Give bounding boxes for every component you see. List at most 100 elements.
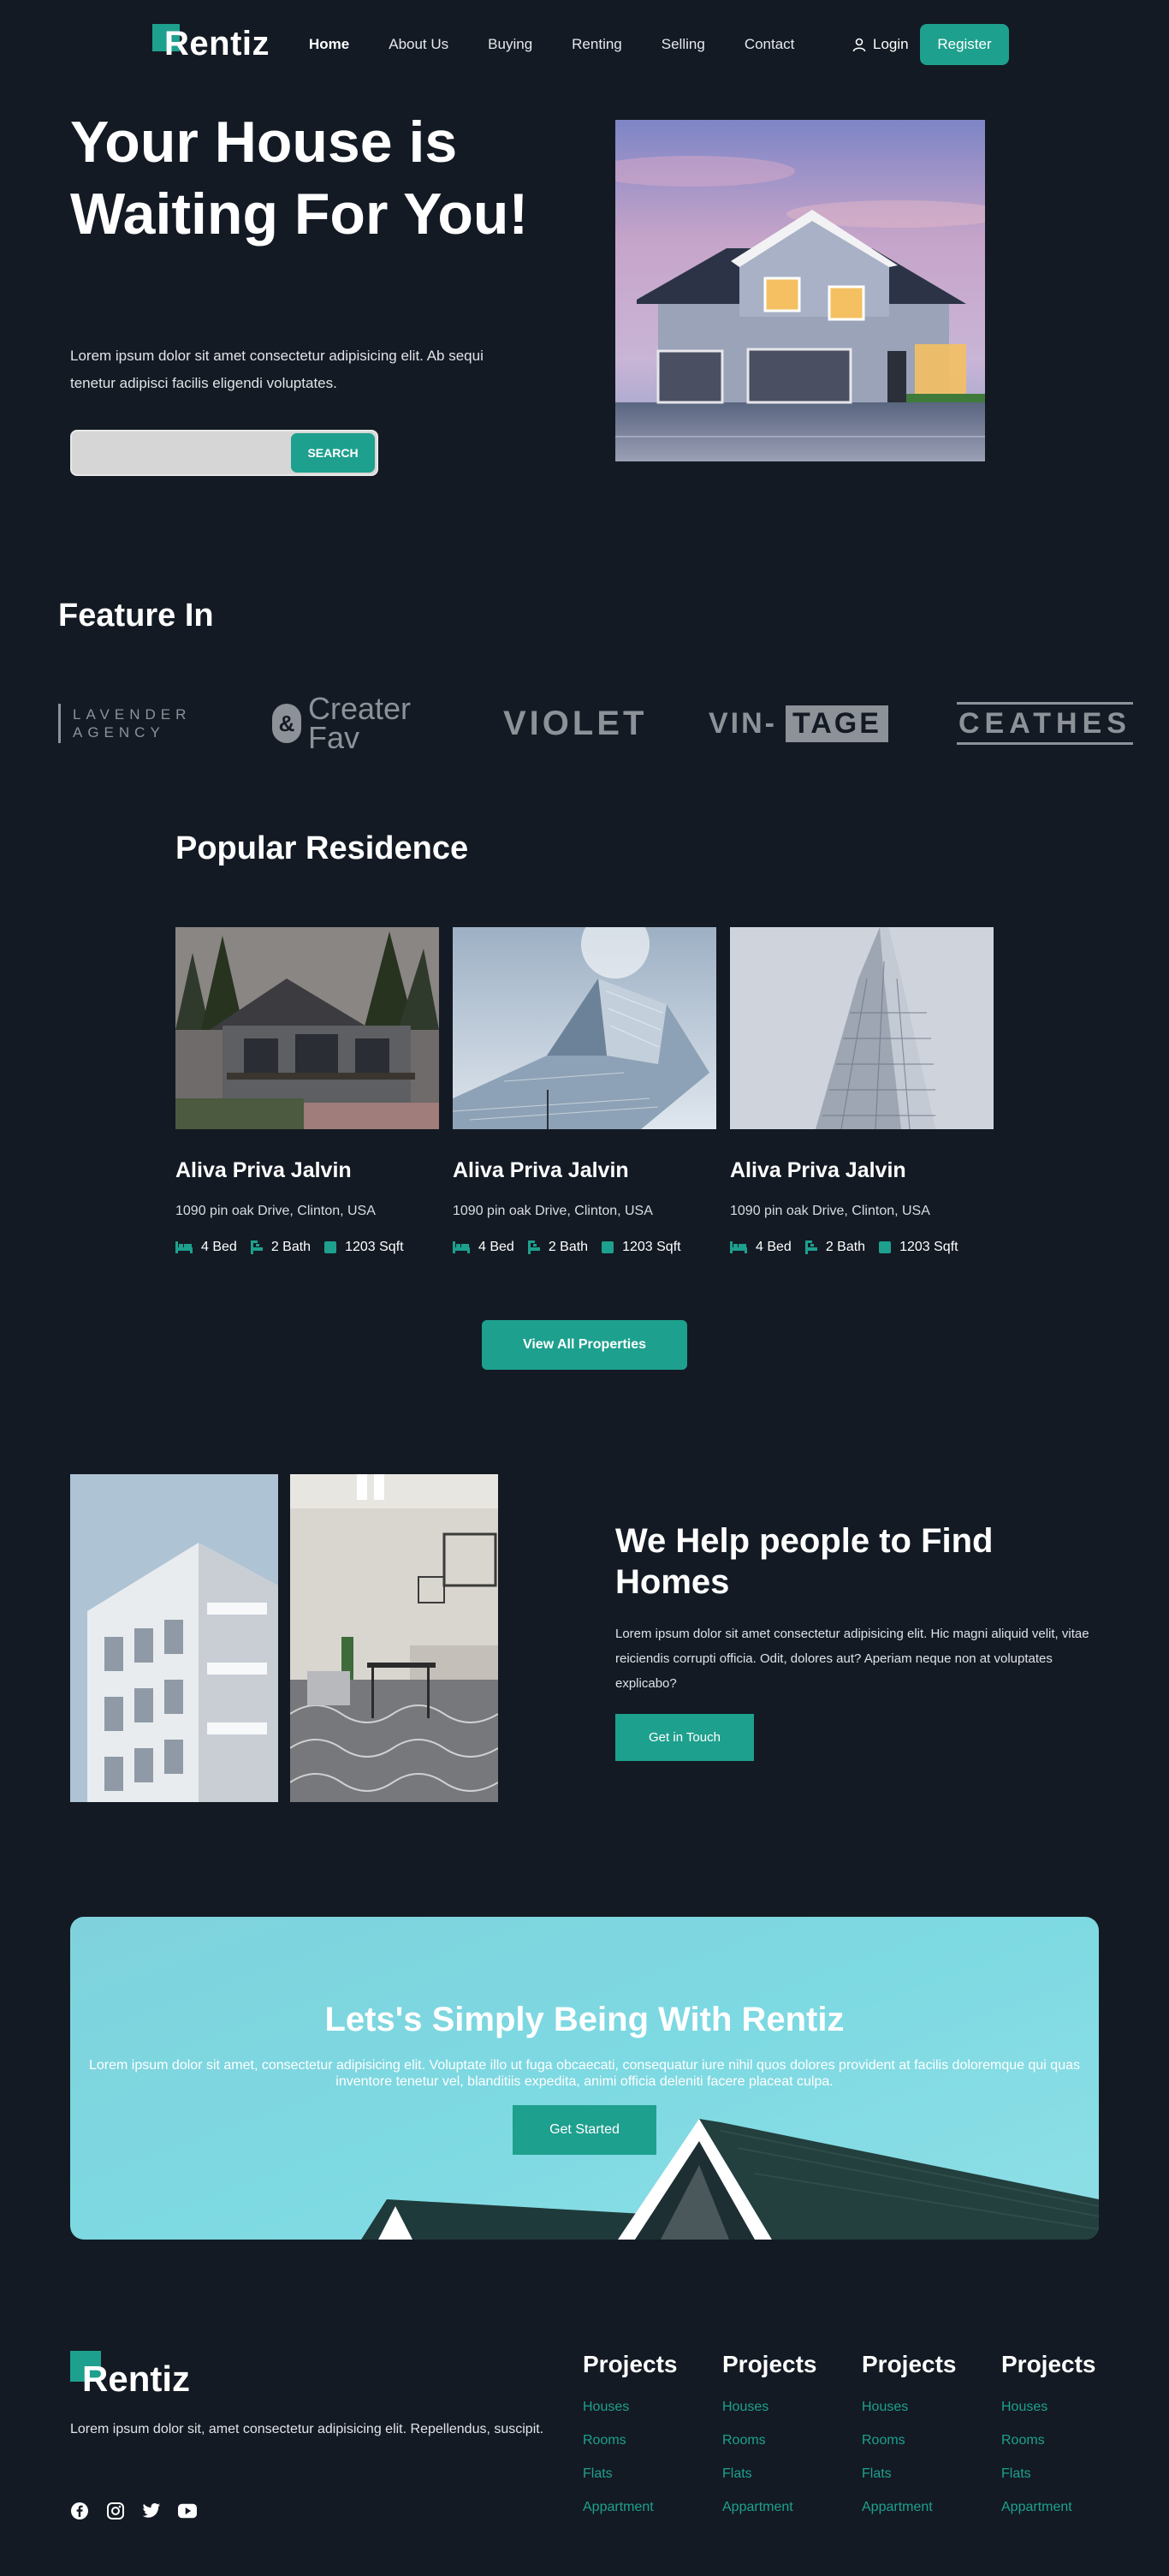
footer-column-title: Projects (583, 2351, 678, 2377)
footer-link-houses[interactable]: Houses (583, 2390, 678, 2424)
footer-link-appartment[interactable]: Appartment (722, 2490, 817, 2524)
search-input[interactable] (80, 438, 286, 467)
top-navbar: Rentiz Home About Us Buying Renting Sell… (0, 0, 1169, 89)
footer-link-appartment[interactable]: Appartment (583, 2490, 678, 2524)
twitter-icon[interactable] (142, 2502, 161, 2520)
nav-link-renting[interactable]: Renting (572, 34, 622, 55)
building-image (70, 1474, 278, 1802)
logo-text: Rentiz (82, 2359, 190, 2399)
living-room-image (290, 1474, 498, 1802)
area-icon (602, 1241, 614, 1253)
bath-count: 2 Bath (270, 1240, 312, 1254)
footer-link-rooms[interactable]: Rooms (862, 2424, 957, 2457)
main-nav: Home About Us Buying Renting Selling Con… (309, 34, 834, 55)
footer-link-flats[interactable]: Flats (862, 2457, 957, 2490)
creater-mark: & (272, 704, 301, 743)
footer-link-rooms[interactable]: Rooms (1001, 2424, 1096, 2457)
footer-link-houses[interactable]: Houses (722, 2390, 817, 2424)
instagram-icon[interactable] (106, 2502, 125, 2520)
nav-link-about[interactable]: About Us (389, 34, 448, 55)
footer-link-appartment[interactable]: Appartment (1001, 2490, 1096, 2524)
cta-title: Lets's Simply Being With Rentiz (324, 2001, 845, 2038)
rentiz-logo[interactable]: Rentiz (152, 22, 270, 65)
cta-banner: Lets's Simply Being With Rentiz Lorem ip… (70, 1917, 1099, 2240)
footer-link-flats[interactable]: Flats (1001, 2457, 1096, 2490)
vintage-logo: VIN- TAGE (709, 685, 888, 762)
property-specs: 4 Bed 2 Bath 1203 Sqft (453, 1240, 716, 1255)
help-description: Lorem ipsum dolor sit amet consectetur a… (615, 1627, 1089, 1691)
user-icon (852, 38, 866, 51)
footer-column-title: Projects (1001, 2351, 1096, 2377)
bed-icon (730, 1241, 747, 1253)
get-in-touch-button[interactable]: Get in Touch (615, 1714, 754, 1761)
bed-icon (453, 1241, 470, 1253)
area-icon (879, 1241, 892, 1253)
vintage-text: VIN- (709, 706, 777, 740)
lavender-line1: LAVENDER (73, 706, 192, 723)
property-card[interactable]: Aliva Priva Jalvin 1090 pin oak Drive, C… (453, 927, 716, 1255)
bed-icon (175, 1241, 193, 1253)
logo-bar (58, 704, 61, 743)
help-title: We Help people to Find Homes (615, 1522, 994, 1601)
footer-link-flats[interactable]: Flats (722, 2457, 817, 2490)
footer-link-houses[interactable]: Houses (862, 2390, 957, 2424)
register-button[interactable]: Register (920, 24, 1009, 65)
property-image (730, 927, 994, 1129)
cta-description: Lorem ipsum dolor sit amet, consectetur … (89, 2058, 1080, 2089)
logo-text: Rentiz (164, 24, 270, 62)
lavender-line2: AGENCY (73, 724, 165, 741)
feature-logos: LAVENDER AGENCY & Creater Fav VIOLET VIN- … (58, 685, 1133, 762)
footer-link-houses[interactable]: Houses (1001, 2390, 1096, 2424)
creater-line2: Fav (308, 720, 360, 755)
property-address: 1090 pin oak Drive, Clinton, USA (453, 1204, 653, 1218)
get-started-button[interactable]: Get Started (513, 2105, 656, 2155)
footer-column: Projects Houses Rooms Flats Appartment (1001, 2351, 1096, 2524)
footer-description: Lorem ipsum dolor sit, amet consectetur … (70, 2422, 544, 2436)
bath-icon (804, 1240, 817, 1254)
property-title: Aliva Priva Jalvin (453, 1158, 629, 1182)
footer-column: Projects Houses Rooms Flats Appartment (583, 2351, 678, 2524)
search-button[interactable]: SEARCH (291, 433, 375, 473)
property-title: Aliva Priva Jalvin (175, 1158, 352, 1182)
login-label: Login (873, 36, 909, 52)
footer-link-rooms[interactable]: Rooms (583, 2424, 678, 2457)
lavender-agency-logo: LAVENDER AGENCY (58, 685, 191, 762)
property-address: 1090 pin oak Drive, Clinton, USA (730, 1204, 930, 1218)
property-card[interactable]: Aliva Priva Jalvin 1090 pin oak Drive, C… (175, 927, 439, 1255)
footer-link-appartment[interactable]: Appartment (862, 2490, 957, 2524)
view-all-properties-button[interactable]: View All Properties (482, 1320, 687, 1370)
nav-link-contact[interactable]: Contact (745, 34, 795, 55)
bed-count: 4 Bed (478, 1240, 514, 1254)
property-card[interactable]: Aliva Priva Jalvin 1090 pin oak Drive, C… (730, 927, 994, 1255)
area-size: 1203 Sqft (899, 1240, 958, 1254)
footer-logo[interactable]: Rentiz (70, 2351, 190, 2399)
footer-link-rooms[interactable]: Rooms (722, 2424, 817, 2457)
hero-house-image (615, 120, 985, 461)
login-link[interactable]: Login (852, 34, 909, 55)
vintage-boxed-text: TAGE (786, 705, 888, 742)
bath-icon (250, 1240, 263, 1254)
popular-title: Popular Residence (175, 830, 469, 866)
footer-link-flats[interactable]: Flats (583, 2457, 678, 2490)
ceathes-logo: CEATHES (957, 702, 1133, 745)
nav-link-buying[interactable]: Buying (488, 34, 532, 55)
violet-logo: VIOLET (503, 704, 648, 742)
nav-link-home[interactable]: Home (309, 34, 349, 55)
hero-description: Lorem ipsum dolor sit amet consectetur a… (70, 348, 484, 391)
property-image (453, 927, 716, 1129)
property-specs: 4 Bed 2 Bath 1203 Sqft (175, 1240, 439, 1255)
search-bar: SEARCH (70, 430, 378, 476)
property-specs: 4 Bed 2 Bath 1203 Sqft (730, 1240, 994, 1255)
youtube-icon[interactable] (178, 2502, 197, 2520)
area-size: 1203 Sqft (345, 1240, 404, 1254)
area-size: 1203 Sqft (622, 1240, 681, 1254)
bath-count: 2 Bath (825, 1240, 866, 1254)
area-icon (324, 1241, 337, 1253)
nav-link-selling[interactable]: Selling (662, 34, 705, 55)
bed-count: 4 Bed (756, 1240, 792, 1254)
social-links (70, 2502, 197, 2520)
footer-column-title: Projects (722, 2351, 817, 2377)
property-image (175, 927, 439, 1129)
facebook-icon[interactable] (70, 2502, 89, 2520)
property-title: Aliva Priva Jalvin (730, 1158, 906, 1182)
